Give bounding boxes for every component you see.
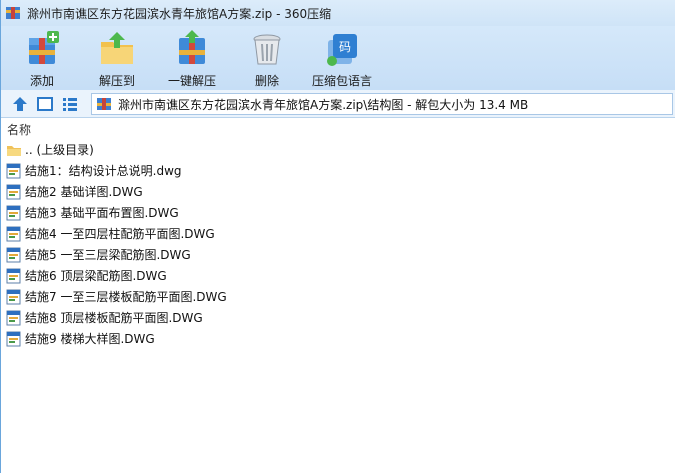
toolbar: 添加 解压到 一键解压 删除 码 压缩包语言 [1,26,675,90]
list-view-icon[interactable] [59,93,81,115]
extract-to-icon [97,30,137,68]
file-name: 结施4 一至四层柱配筋平面图.DWG [25,227,215,241]
dwg-file-icon [6,310,22,326]
window-title: 滁州市南谯区东方花园滨水青年旅馆A方案.zip - 360压缩 [27,6,332,21]
file-row[interactable]: 结施1：结构设计总说明.dwg [1,160,675,181]
path-text: 滁州市南谯区东方花园滨水青年旅馆A方案.zip\结构图 - 解包大小为 13.4… [118,97,529,112]
file-name: 结施2 基础详图.DWG [25,185,143,199]
extract-to-button[interactable]: 解压到 [93,26,141,89]
archive-file-icon [96,96,112,112]
delete-label: 删除 [254,74,279,88]
file-row[interactable]: 结施7 一至三层楼板配筋平面图.DWG [1,286,675,307]
delete-button[interactable]: 删除 [243,26,291,89]
file-row[interactable]: 结施3 基础平面布置图.DWG [1,202,675,223]
file-name: 结施6 顶层梁配筋图.DWG [25,269,167,283]
file-name: 结施7 一至三层楼板配筋平面图.DWG [25,290,227,304]
dwg-file-icon [6,289,22,305]
file-row[interactable]: 结施2 基础详图.DWG [1,181,675,202]
up-arrow-icon[interactable] [9,93,31,115]
file-name: 结施8 顶层楼板配筋平面图.DWG [25,311,203,325]
file-list: .. (上级目录) 结施1：结构设计总说明.dwg 结施2 基础详图.DWG 结施3… [1,139,675,349]
one-click-extract-button[interactable]: 一键解压 [162,26,222,89]
dwg-file-icon [6,163,22,179]
dwg-file-icon [6,184,22,200]
archive-language-icon: 码 [322,30,362,68]
extract-to-label: 解压到 [98,74,135,88]
dwg-file-icon [6,226,22,242]
column-header-label: 名称 [7,122,32,137]
archive-language-label: 压缩包语言 [311,74,372,88]
file-name: 结施1：结构设计总说明.dwg [25,164,182,178]
svg-text:码: 码 [339,40,351,54]
file-name: 结施3 基础平面布置图.DWG [25,206,179,220]
title-bar[interactable]: 滁州市南谯区东方花园滨水青年旅馆A方案.zip - 360压缩 [1,0,675,26]
folder-icon [6,142,22,158]
file-row[interactable]: 结施8 顶层楼板配筋平面图.DWG [1,307,675,328]
archive-language-button[interactable]: 码 压缩包语言 [310,26,374,89]
file-name: 结施5 一至三层梁配筋图.DWG [25,248,191,262]
add-label: 添加 [29,74,54,88]
add-archive-icon [22,30,62,68]
archive-window: 滁州市南谯区东方花园滨水青年旅馆A方案.zip - 360压缩 添加 解压到 一… [0,0,675,473]
add-button[interactable]: 添加 [18,26,66,89]
parent-directory-label: .. (上级目录) [25,143,94,157]
parent-directory-row[interactable]: .. (上级目录) [1,139,675,160]
one-click-extract-label: 一键解压 [167,74,216,88]
dwg-file-icon [6,205,22,221]
file-row[interactable]: 结施5 一至三层梁配筋图.DWG [1,244,675,265]
path-input[interactable]: 滁州市南谯区东方花园滨水青年旅馆A方案.zip\结构图 - 解包大小为 13.4… [91,93,673,115]
file-name: 结施9 楼梯大样图.DWG [25,332,155,346]
file-row[interactable]: 结施4 一至四层柱配筋平面图.DWG [1,223,675,244]
file-row[interactable]: 结施9 楼梯大样图.DWG [1,328,675,349]
column-header-name[interactable]: 名称 [1,119,675,139]
dwg-file-icon [6,268,22,284]
large-icon-view-icon[interactable] [34,93,56,115]
address-bar: 滁州市南谯区东方花园滨水青年旅馆A方案.zip\结构图 - 解包大小为 13.4… [1,90,675,118]
file-row[interactable]: 结施6 顶层梁配筋图.DWG [1,265,675,286]
archive-app-icon [5,5,21,21]
dwg-file-icon [6,247,22,263]
dwg-file-icon [6,331,22,347]
delete-trash-icon [247,30,287,68]
one-click-extract-icon [172,30,212,68]
